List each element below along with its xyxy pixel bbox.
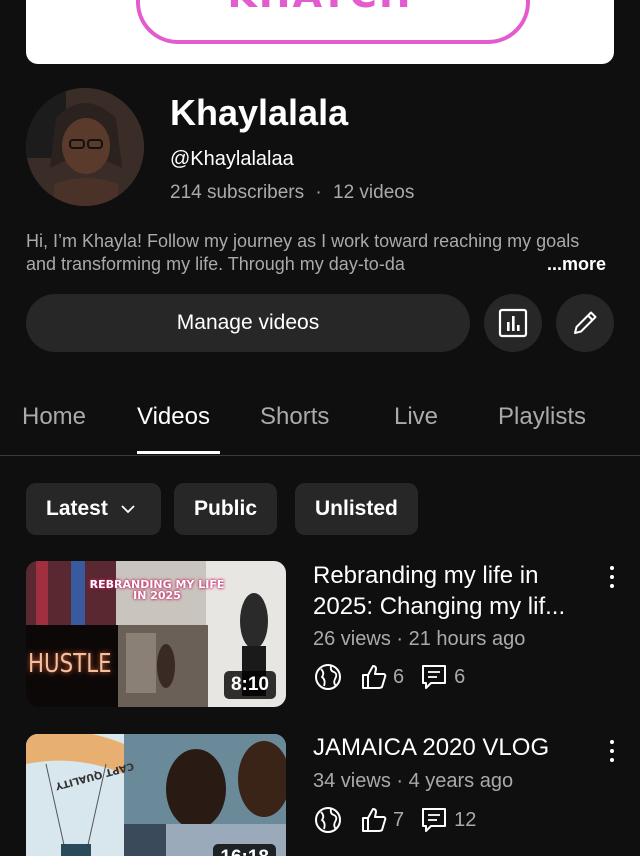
video-duration: 16:18 (213, 844, 276, 856)
tab-home[interactable]: Home (22, 403, 86, 431)
comment-count: 6 (454, 665, 466, 688)
active-tab-indicator (137, 451, 220, 454)
filter-public-chip[interactable]: Public (174, 483, 278, 535)
filter-unlisted-chip[interactable]: Unlisted (295, 483, 418, 535)
like-count: 6 (393, 665, 405, 688)
video-stats: 6 6 (313, 662, 465, 692)
video-count: 12 videos (333, 182, 415, 203)
tab-shorts[interactable]: Shorts (260, 403, 329, 431)
video-title[interactable]: JAMAICA 2020 VLOG (313, 732, 598, 763)
comment-icon (422, 665, 447, 689)
like-count: 7 (393, 808, 405, 831)
stats-separator: · (315, 182, 322, 203)
pencil-icon (574, 311, 597, 334)
video-duration: 8:10 (223, 671, 276, 699)
tab-playlists[interactable]: Playlists (498, 403, 586, 431)
channel-tabs: Home Videos Shorts Live Playlists (0, 388, 640, 456)
more-options-icon[interactable] (604, 737, 620, 765)
video-thumbnail[interactable]: REBRANDING MY LIFE IN 2025 HUSTLE 8:10 (26, 561, 286, 707)
edit-channel-button[interactable] (556, 294, 614, 352)
thumbnail-hustle-text: HUSTLE (28, 649, 112, 679)
thumbs-up-icon (362, 808, 387, 832)
channel-avatar[interactable] (26, 88, 144, 206)
video-title[interactable]: Rebranding my life in 2025: Changing my … (313, 560, 598, 622)
tab-live[interactable]: Live (394, 403, 438, 431)
video-meta: 34 views · 4 years ago (313, 770, 514, 792)
thumbnail-headline: REBRANDING MY LIFE IN 2025 (89, 578, 225, 602)
comment-count: 12 (454, 808, 477, 831)
more-link[interactable]: ...more (516, 253, 606, 276)
manage-videos-button[interactable]: Manage videos (26, 294, 470, 352)
avatar-image (26, 88, 144, 206)
globe-icon (315, 664, 341, 690)
chevron-down-icon (121, 505, 135, 514)
video-meta: 26 views · 21 hours ago (313, 628, 526, 650)
sort-latest-chip[interactable]: Latest (26, 483, 161, 535)
channel-description[interactable]: Hi, I’m Khayla! Follow my journey as I w… (26, 230, 606, 276)
tab-videos[interactable]: Videos (137, 403, 210, 431)
more-options-icon[interactable] (604, 563, 620, 591)
channel-name: Khaylalala (170, 92, 349, 133)
video-thumbnail[interactable]: CAPT QUALITY 16:18 (26, 734, 286, 856)
channel-banner: KHATCH (26, 0, 614, 64)
thumbs-up-icon (362, 665, 387, 689)
banner-text: KHATCH (26, 0, 614, 16)
description-text: Hi, I’m Khayla! Follow my journey as I w… (26, 231, 580, 274)
channel-handle: @Khaylalalaa (170, 148, 294, 170)
chip-label: Latest (46, 497, 108, 520)
comment-icon (422, 808, 447, 832)
channel-stats: 214 subscribers · 12 videos (170, 182, 414, 204)
globe-icon (315, 807, 341, 833)
video-stats: 7 12 (313, 805, 476, 835)
analytics-icon (498, 308, 528, 338)
analytics-button[interactable] (484, 294, 542, 352)
subscriber-count: 214 subscribers (170, 182, 305, 203)
thumbnail-image (26, 734, 286, 856)
